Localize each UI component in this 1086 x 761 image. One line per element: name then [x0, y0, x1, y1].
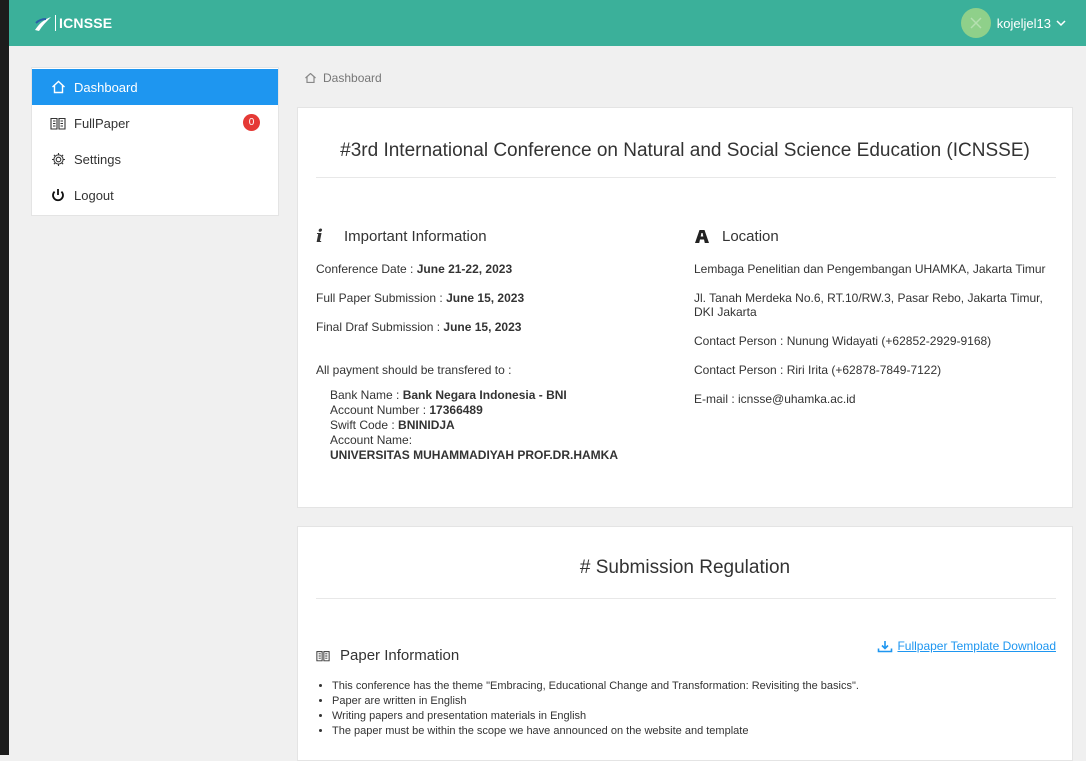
fullpaper-template-download-link[interactable]: Fullpaper Template Download [877, 639, 1056, 653]
important-information-section: i Important Information Conference Date … [316, 226, 676, 463]
info-icon: i [316, 225, 323, 247]
conference-date: Conference Date : June 21-22, 2023 [316, 262, 676, 276]
list-item: Paper are written in English [332, 694, 859, 709]
list-item: Writing papers and presentation material… [332, 709, 859, 724]
sidebar-item-label: FullPaper [74, 115, 130, 131]
account-name: UNIVERSITAS MUHAMMADIYAH PROF.DR.HAMKA [330, 448, 676, 463]
sidebar-item-label: Settings [74, 151, 121, 167]
power-icon [50, 187, 66, 203]
brand-name: ICNSSE [59, 15, 113, 31]
paper-information-heading: Paper Information [316, 647, 459, 664]
conference-title: #3rd International Conference on Natural… [340, 140, 1030, 161]
label: Full Paper Submission : [316, 291, 447, 305]
username: kojeljel13 [996, 15, 1051, 31]
brand-separator [55, 15, 56, 31]
label: Bank Name : [330, 388, 403, 402]
final-draf-submission-date: Final Draf Submission : June 15, 2023 [316, 320, 676, 334]
finaldraf-date-value: June 15, 2023 [443, 320, 522, 334]
label: Conference Date : [316, 262, 417, 276]
sidebar-item-dashboard[interactable]: Dashboard [32, 69, 278, 105]
breadcrumb-label[interactable]: Dashboard [323, 71, 382, 85]
account-number-value: 17366489 [429, 403, 483, 417]
location-line-1: Lembaga Penelitian dan Pengembangan UHAM… [694, 262, 1046, 276]
book-icon [316, 650, 330, 661]
sidebar-item-label: Logout [74, 187, 114, 203]
important-information-heading: i Important Information [316, 225, 676, 247]
account-number: Account Number : 17366489 [330, 403, 676, 418]
label: Account Number : [330, 403, 430, 417]
swift-code-value: BNINIDJA [398, 418, 455, 432]
book-icon [50, 115, 66, 131]
chevron-down-icon [1056, 20, 1066, 27]
top-navbar: ICNSSE kojeljel13 [9, 0, 1086, 46]
bank-name-value: Bank Negara Indonesia - BNI [402, 388, 567, 402]
home-icon [305, 73, 316, 83]
home-icon [50, 79, 66, 95]
window-left-edge [0, 0, 9, 755]
account-name-value: UNIVERSITAS MUHAMMADIYAH PROF.DR.HAMKA [330, 448, 619, 462]
location-section: Location Lembaga Penelitian dan Pengemba… [694, 226, 1054, 421]
breadcrumb: Dashboard [305, 71, 382, 85]
contact-email: E-mail : icnsse@uhamka.ac.id [694, 392, 856, 406]
download-link-label: Fullpaper Template Download [897, 639, 1056, 653]
conference-info-card: #3rd International Conference on Natural… [297, 107, 1073, 508]
conference-date-value: June 21-22, 2023 [416, 262, 513, 276]
account-name-label: Account Name: [330, 433, 413, 447]
avatar-placeholder-icon [970, 17, 982, 29]
divider [316, 598, 1056, 599]
fullpaper-submission-date: Full Paper Submission : June 15, 2023 [316, 291, 676, 305]
sidebar-item-fullpaper[interactable]: FullPaper 0 [32, 105, 278, 141]
section-heading-text: Paper Information [340, 647, 460, 664]
location-heading: Location [694, 226, 1054, 246]
sidebar-item-label: Dashboard [74, 79, 138, 95]
bank-details: Bank Name : Bank Negara Indonesia - BNI … [316, 388, 676, 463]
location-line-2: Jl. Tanah Merdeka No.6, RT.10/RW.3, Pasa… [694, 291, 1043, 319]
brand[interactable]: ICNSSE [33, 14, 112, 32]
bank-name: Bank Name : Bank Negara Indonesia - BNI [330, 388, 676, 403]
section-heading-text: Location [722, 227, 779, 245]
paper-information-list: This conference has the theme "Embracing… [320, 679, 859, 739]
road-icon [694, 229, 714, 244]
submission-regulation-title: # Submission Regulation [579, 557, 791, 578]
submission-regulation-card: # Submission Regulation Fullpaper Templa… [297, 526, 1073, 761]
payment-note: All payment should be transfered to : [316, 363, 512, 377]
swift-code: Swift Code : BNINIDJA [330, 418, 676, 433]
divider [316, 177, 1056, 178]
section-heading-text: Important Information [344, 227, 487, 245]
user-menu[interactable]: kojeljel13 [960, 8, 1066, 38]
contact-person-2: Contact Person : Riri Irita (+62878-7849… [694, 363, 942, 377]
contact-person-1: Contact Person : Nunung Widayati (+62852… [694, 334, 992, 348]
sidebar-item-settings[interactable]: Settings [32, 141, 278, 177]
gear-icon [50, 151, 66, 167]
list-item: This conference has the theme "Embracing… [332, 679, 859, 694]
label: Swift Code : [330, 418, 399, 432]
avatar [960, 8, 991, 38]
list-item: The paper must be within the scope we ha… [332, 724, 859, 739]
sidebar: Dashboard FullPaper 0 Settings Logout [31, 67, 279, 216]
download-icon [878, 640, 893, 652]
logo-icon [35, 17, 51, 31]
fullpaper-date-value: June 15, 2023 [446, 291, 525, 305]
sidebar-item-logout[interactable]: Logout [32, 177, 278, 213]
label: Final Draf Submission : [316, 320, 444, 334]
fullpaper-count-badge: 0 [243, 114, 260, 131]
